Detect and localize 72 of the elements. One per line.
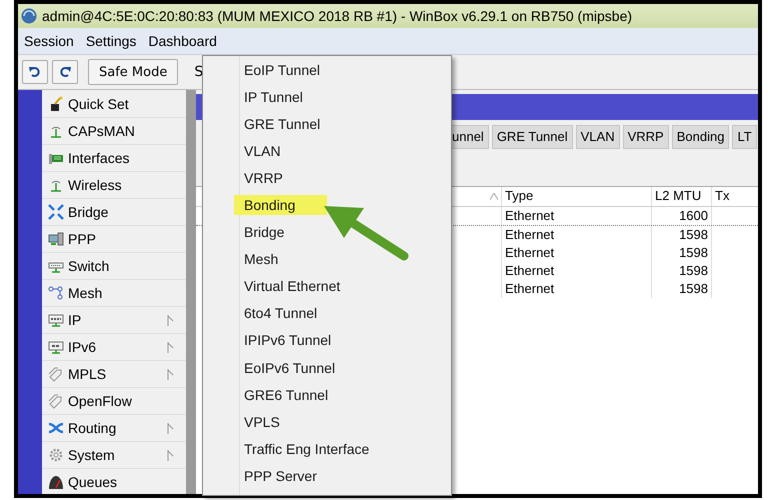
menu-item[interactable]: Mesh [244,251,278,268]
undo-button[interactable] [22,60,48,84]
nodes-icon [48,285,64,301]
sidebar-item[interactable]: Switch [42,253,186,280]
sidebar-item[interactable]: System [42,442,186,469]
computers-icon [48,231,64,247]
redo-icon [59,66,71,78]
sidebar-item[interactable]: Routing [42,415,186,442]
ip-box-icon [48,339,64,355]
wand-icon [48,96,64,112]
menu-item[interactable]: PPP Server [244,468,317,484]
toolbar-label: S [194,64,204,80]
sidebar-item[interactable]: Interfaces [42,145,186,172]
menu-item[interactable]: VPLS [244,414,280,430]
tab[interactable]: GRE Tunnel [492,125,573,149]
menu-item[interactable]: Bridge [244,224,284,240]
menu-item[interactable]: GRE6 Tunnel [244,386,328,403]
arrows-icon [48,204,64,220]
tab[interactable]: unnel [452,125,489,149]
tab[interactable]: VLAN [576,125,620,149]
table-cell: 1598 [652,280,712,298]
window-title: admin@4C:5E:0C:20:80:83 (MUM MEXICO 2018 RB #1) - WinBox v6.29.1 on RB750 (mipsbe) [42,8,632,24]
menu-item[interactable]: IPIPv6 Tunnel [244,332,332,348]
tags-icon [48,393,64,409]
menu-item[interactable]: Traffic Eng Interface [244,440,370,457]
sidebar-item[interactable]: Wireless [42,172,186,199]
sidebar-item[interactable]: IP [42,307,186,334]
menu-item[interactable]: EoIP Tunnel [244,62,320,78]
menu-item[interactable]: EoIPv6 Tunnel [244,360,336,376]
menu-item[interactable]: GRE Tunnel [244,116,320,132]
sidebar-item[interactable]: Quick Set [42,91,186,118]
sidebar-item[interactable]: OpenFlow [42,388,186,415]
menu-item[interactable]: Dashboard [148,33,217,49]
column-header[interactable]: L2 MTU [652,187,712,206]
app-logo-icon [21,8,37,24]
sidebar-item[interactable]: MPLS [42,361,186,388]
tab[interactable]: VRRP [622,125,669,149]
table-cell: Ethernet [502,244,652,262]
table-cell: Ethernet [502,207,652,225]
sidebar-item[interactable]: CAPsMAN [42,118,186,145]
column-header[interactable]: Tx [712,187,758,206]
menu-item[interactable]: Session [24,33,74,49]
table-cell: 1600 [652,207,712,225]
table-cell: 1598 [652,262,712,280]
tab[interactable]: LT [732,125,757,149]
table-cell: Ethernet [502,262,652,280]
menu-item[interactable]: Virtual Ethernet [244,278,340,294]
sidebar-item[interactable]: Bridge [42,199,186,226]
sidebar-item[interactable]: IPv6 [42,334,186,361]
sidebar-item[interactable]: Queues [42,469,186,494]
tab[interactable]: Bonding [672,125,730,149]
menu-item[interactable]: IP Tunnel [244,88,303,105]
menu-item[interactable]: VRRP [244,170,283,186]
menu-item[interactable]: 6to4 Tunnel [244,305,318,322]
sidebar-item[interactable]: PPP [42,226,186,253]
crossed-arrows-icon [48,420,64,436]
tags-icon [48,366,64,382]
ip-box-icon [48,312,64,328]
undo-icon [29,66,41,78]
table-cell: 1598 [652,244,712,262]
table-cell: Ethernet [502,280,652,298]
gauge-icon [48,474,64,490]
column-header[interactable]: Type [502,187,652,206]
sidebar-item[interactable]: Mesh [42,280,186,307]
table-cell: 1598 [652,226,712,244]
menu-item[interactable]: Settings [86,33,136,49]
menu-item[interactable]: Bonding [234,195,328,216]
table-cell: Ethernet [502,226,652,244]
menu-item[interactable]: VLAN [244,142,281,159]
gear-icon [48,447,64,463]
redo-button[interactable] [52,60,78,84]
safe-mode-button[interactable]: Safe Mode [88,59,178,85]
